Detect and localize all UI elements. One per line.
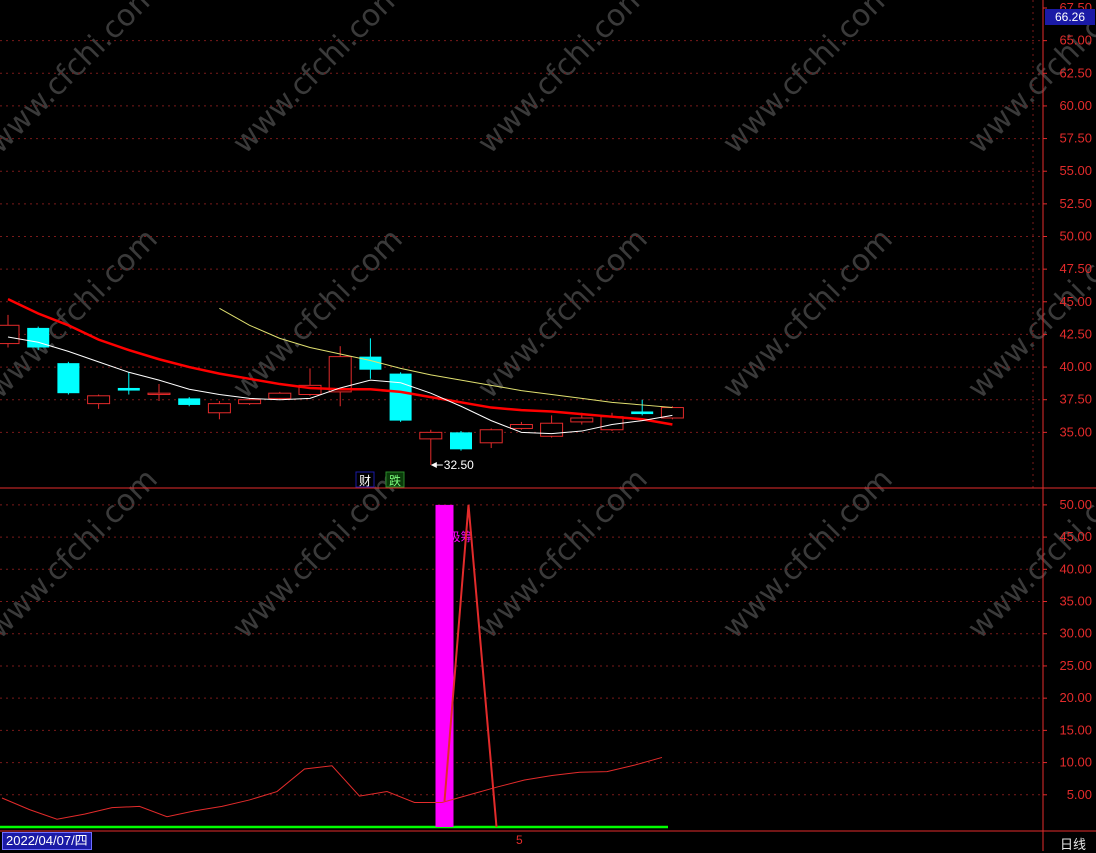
signal-bar xyxy=(435,504,454,827)
stock-chart: www.cfchi.com www.cfchi.com www.cfchi.com w… xyxy=(0,0,1096,851)
watermark-text: www.cfchi.com xyxy=(471,222,655,406)
candle-body-up xyxy=(509,424,533,429)
low-marker-label: 32.50 xyxy=(444,458,474,472)
price-tick-label: 55.00 xyxy=(1059,163,1092,178)
indicator-tick-label: 40.00 xyxy=(1059,561,1092,576)
candle-body-up xyxy=(570,417,594,423)
watermark-text: www.cfchi.com xyxy=(0,0,165,161)
candle-body-down xyxy=(57,363,80,394)
watermark-text: www.cfchi.com xyxy=(226,462,410,646)
indicator-tick-label: 20.00 xyxy=(1059,690,1092,705)
watermark-text: www.cfchi.com xyxy=(0,462,165,646)
candle-body-up xyxy=(268,392,292,399)
candle-body-down xyxy=(389,373,412,421)
candle-body-down xyxy=(117,387,140,391)
indicator-tick-label: 25.00 xyxy=(1059,658,1092,673)
indicator-tick-label: 35.00 xyxy=(1059,594,1092,609)
candle-body-up xyxy=(328,356,352,393)
candle-body-down xyxy=(450,432,472,450)
watermark-text: www.cfchi.com xyxy=(716,0,900,161)
indicator-tick-label: 30.00 xyxy=(1059,626,1092,641)
candle-body-down xyxy=(178,398,201,405)
period-selector[interactable]: 日线 xyxy=(1060,834,1086,853)
price-tick-label: 52.50 xyxy=(1059,196,1092,211)
indicator-tick-label: 50.00 xyxy=(1059,497,1092,512)
price-tick-label: 37.50 xyxy=(1059,392,1092,407)
indicator-line xyxy=(1,756,663,820)
badge-finance-text: 财 xyxy=(359,474,371,488)
watermark-text: www.cfchi.com xyxy=(961,462,1096,646)
indicator-tick-label: 10.00 xyxy=(1059,755,1092,770)
watermark-text: www.cfchi.com xyxy=(0,222,165,406)
cursor-date-label: 2022/04/07/四 xyxy=(2,832,92,850)
candle-body-up xyxy=(147,392,171,395)
price-tick-label: 35.00 xyxy=(1059,424,1092,439)
price-tick-label: 40.00 xyxy=(1059,359,1092,374)
low-marker-arrowhead xyxy=(430,462,437,468)
candlestick-panel: 32.50 财 跌 xyxy=(0,298,684,488)
indicator-tick-label: 5.00 xyxy=(1067,787,1092,802)
price-tick-label: 62.50 xyxy=(1059,65,1092,80)
price-tick-label: 47.50 xyxy=(1059,261,1092,276)
price-tick-label: 65.00 xyxy=(1059,33,1092,48)
watermark-text: www.cfchi.com xyxy=(716,222,900,406)
indicator-tick-label: 15.00 xyxy=(1059,722,1092,737)
price-tick-label: 42.50 xyxy=(1059,326,1092,341)
badge-fall-text: 跌 xyxy=(389,473,401,488)
watermark-layer: www.cfchi.com www.cfchi.com www.cfchi.com w… xyxy=(0,0,1096,646)
price-tick-label: 60.00 xyxy=(1059,98,1092,113)
candle-body-up xyxy=(207,403,231,414)
candle-body-up xyxy=(238,399,262,405)
price-tick-label: 50.00 xyxy=(1059,229,1092,244)
candle-body-up xyxy=(419,431,443,440)
watermark-text: www.cfchi.com xyxy=(471,462,655,646)
last-price-tag: 66.26 xyxy=(1045,9,1095,25)
signal-bar-label: 吸筹 xyxy=(449,530,473,544)
watermark-text: www.cfchi.com xyxy=(226,0,410,161)
price-tick-label: 57.50 xyxy=(1059,131,1092,146)
watermark-text: www.cfchi.com xyxy=(716,462,900,646)
candle-body-up xyxy=(479,429,503,444)
candle-body-up xyxy=(540,422,564,437)
candle-body-up xyxy=(87,395,111,405)
indicator-tick-label: 45.00 xyxy=(1059,529,1092,544)
watermark-text: www.cfchi.com xyxy=(961,222,1096,406)
price-tick-label: 45.00 xyxy=(1059,294,1092,309)
watermark-text: www.cfchi.com xyxy=(226,222,410,406)
cursor-tick-label: 5 xyxy=(516,833,523,847)
watermark-text: www.cfchi.com xyxy=(471,0,655,161)
candle-body-up xyxy=(0,324,20,345)
candle-body-down xyxy=(631,411,654,415)
